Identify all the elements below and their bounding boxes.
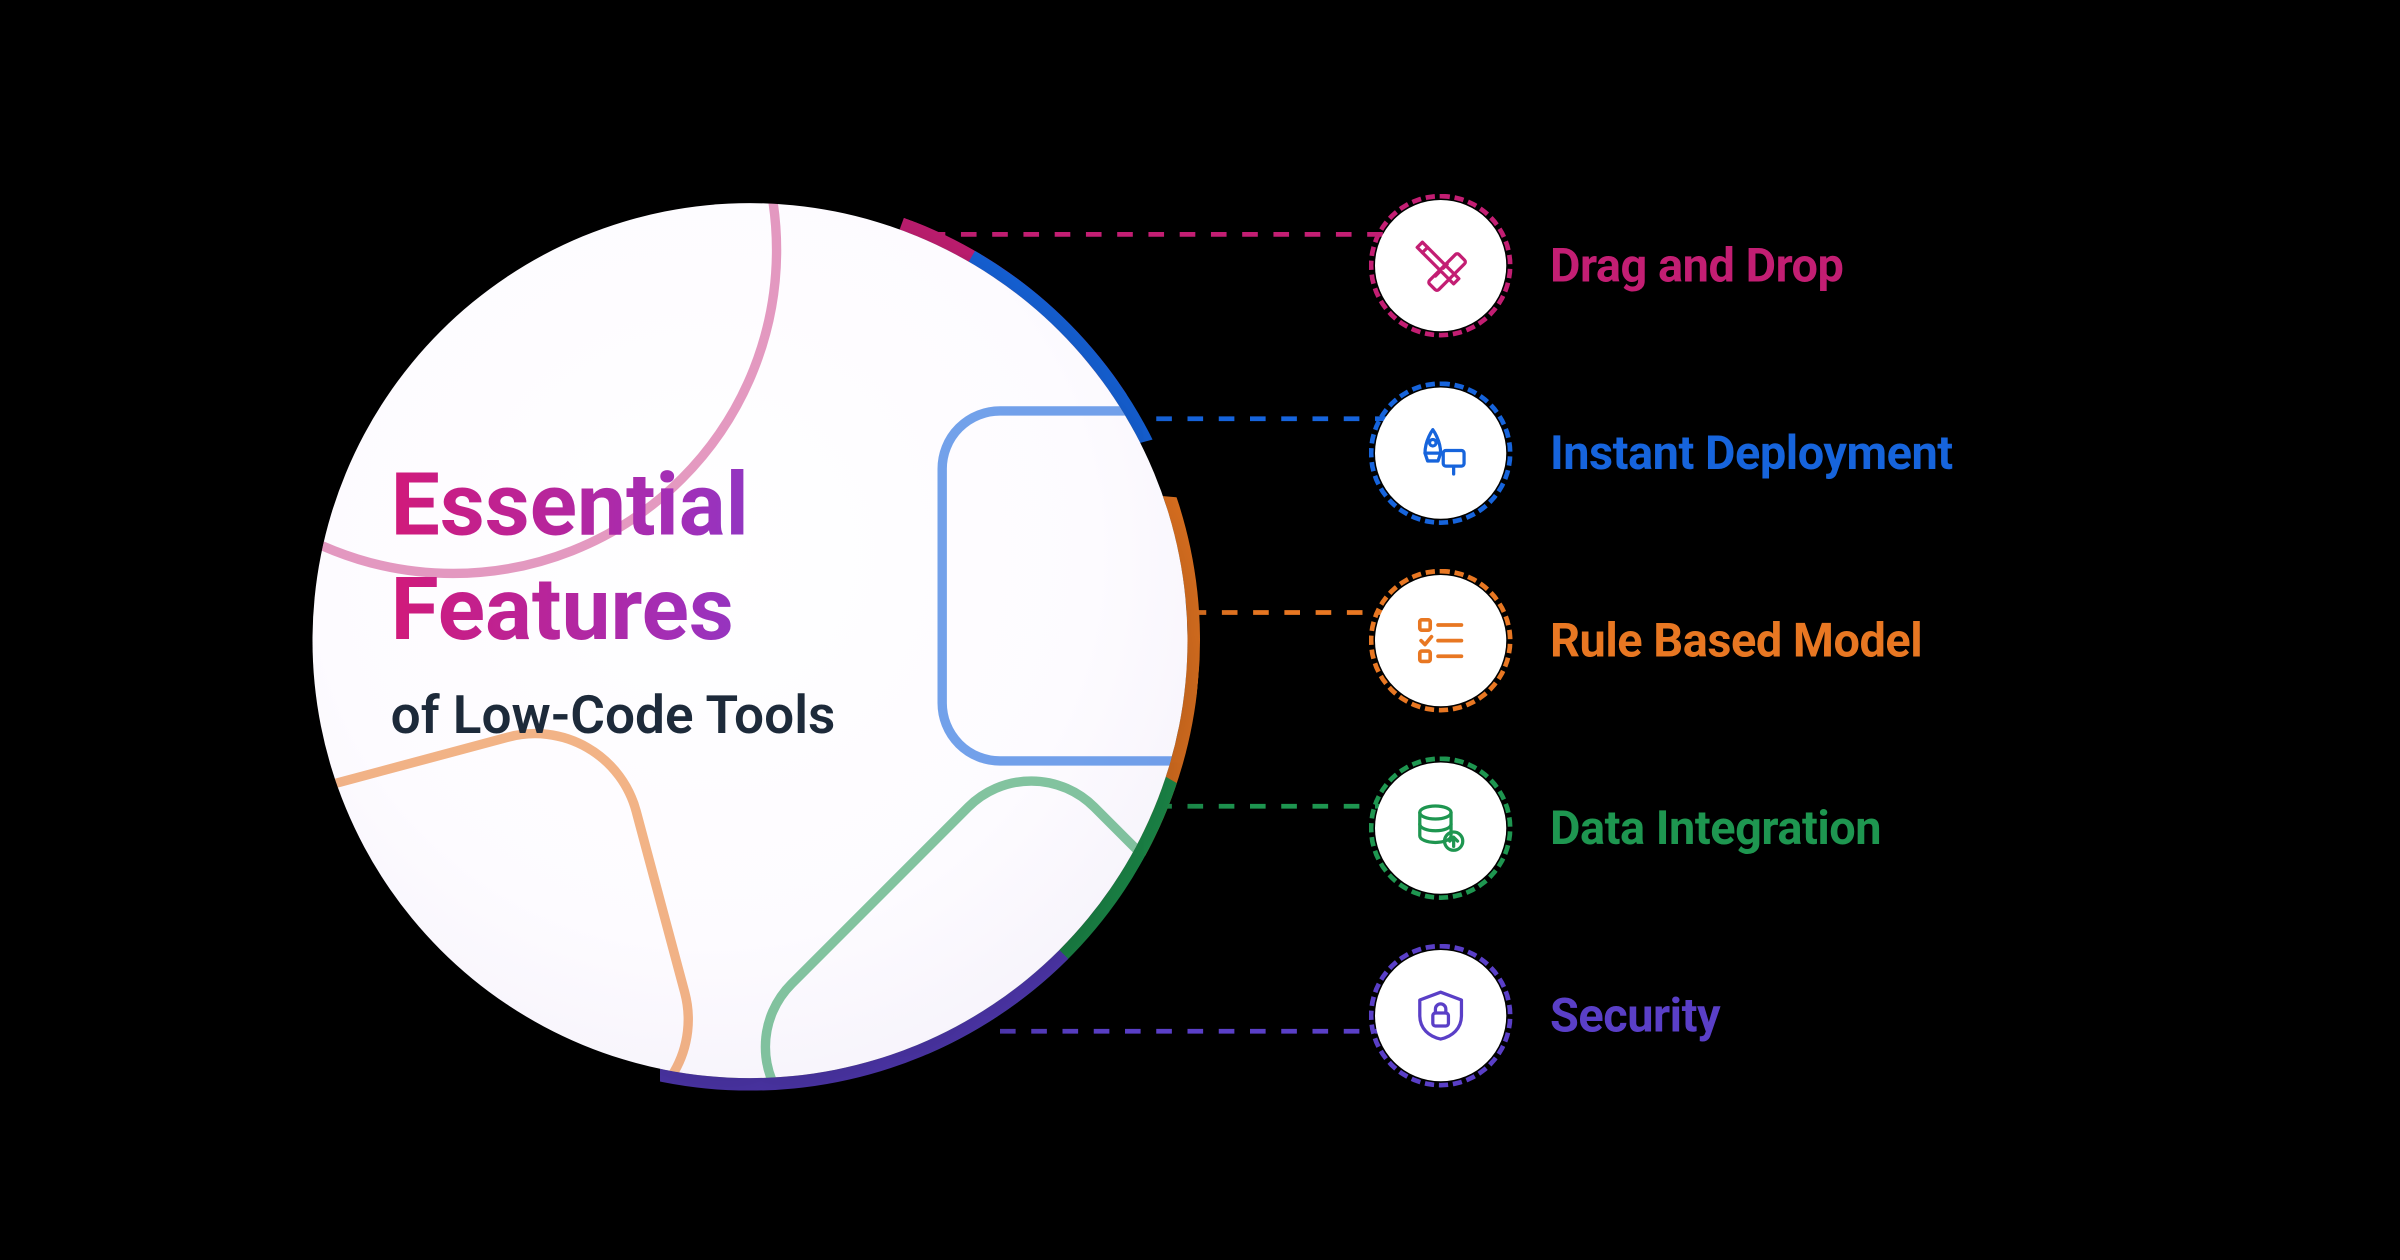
main-title-block: Essential Features of Low-Code Tools xyxy=(391,453,1125,747)
feature-label: Rule Based Model xyxy=(1550,613,1922,668)
feature-list: Drag and Drop Instant Deployment xyxy=(1375,172,2313,1110)
feature-rule-based-model: Rule Based Model xyxy=(1375,547,2313,735)
feature-drag-and-drop: Drag and Drop xyxy=(1375,172,2313,360)
feature-label: Drag and Drop xyxy=(1550,238,1843,293)
deco-green-diamond xyxy=(722,738,1188,1079)
feature-label: Data Integration xyxy=(1550,801,1881,856)
main-subtitle: of Low-Code Tools xyxy=(391,685,1125,748)
feature-security: Security xyxy=(1375,922,2313,1110)
feature-label: Instant Deployment xyxy=(1550,426,1953,481)
feature-data-integration: Data Integration xyxy=(1375,734,2313,922)
main-title-line1: Essential xyxy=(391,453,1125,558)
feature-instant-deployment: Instant Deployment xyxy=(1375,359,2313,547)
deco-orange-arc xyxy=(313,704,718,1078)
feature-label: Security xyxy=(1550,988,1720,1043)
rocket-icon xyxy=(1375,388,1506,519)
main-title-line2: Features xyxy=(391,558,1125,663)
database-icon xyxy=(1375,763,1506,894)
ruler-pencil-icon xyxy=(1375,200,1506,331)
shield-lock-icon xyxy=(1375,950,1506,1081)
checklist-icon xyxy=(1375,575,1506,706)
